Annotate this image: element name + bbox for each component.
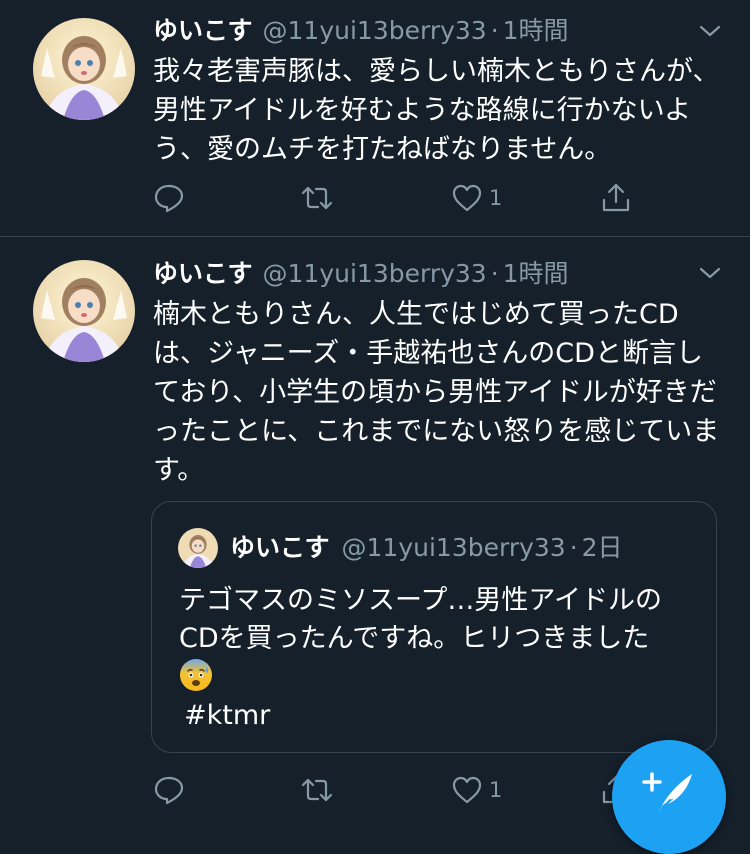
retweet-button[interactable] bbox=[301, 770, 333, 810]
retweet-icon bbox=[301, 186, 333, 210]
tweet[interactable]: ゆいこす @11yui13berry33 · 1時間 楠木ともりさん、人生ではじめて買… bbox=[0, 237, 750, 829]
compose-tweet-button[interactable] bbox=[612, 740, 726, 854]
avatar bbox=[178, 528, 218, 568]
tweet[interactable]: ゆいこす @11yui13berry33 · 1時間 我々老害声豚は、愛らしい楠木とも… bbox=[0, 0, 750, 237]
reply-icon bbox=[154, 184, 184, 213]
user-handle[interactable]: @11yui13berry33 bbox=[263, 259, 487, 288]
separator: · bbox=[490, 259, 499, 288]
tweet-text: 楠木ともりさん、人生ではじめて買ったCDは、ジャニーズ・手越祐也さんのCDと断言… bbox=[153, 299, 720, 486]
like-icon bbox=[452, 776, 482, 804]
tweet-header: ゆいこす @11yui13berry33 · 1時間 bbox=[153, 257, 720, 291]
user-name[interactable]: ゆいこす bbox=[153, 259, 253, 288]
like-button[interactable]: 1 bbox=[451, 770, 502, 810]
user-name: ゆいこす bbox=[230, 533, 330, 562]
tweet-actions: 1 bbox=[153, 178, 653, 218]
timestamp[interactable]: 1時間 bbox=[503, 16, 569, 45]
chevron-down-icon[interactable] bbox=[698, 261, 722, 285]
timestamp: 2日 bbox=[581, 533, 623, 562]
separator: · bbox=[569, 533, 578, 562]
user-name[interactable]: ゆいこす bbox=[153, 16, 253, 45]
like-count: 1 bbox=[489, 778, 503, 802]
tweet-header: ゆいこす @11yui13berry33 · 1時間 bbox=[153, 14, 720, 48]
reply-button[interactable] bbox=[153, 178, 185, 218]
reply-button[interactable] bbox=[153, 770, 185, 810]
tweet-actions: 1 bbox=[153, 770, 653, 810]
quoted-tweet[interactable]: ゆいこす @11yui13berry33 · 2日 テゴマスのミソスープ…男性アイドル… bbox=[151, 501, 717, 753]
compose-tweet-icon bbox=[642, 772, 692, 815]
reply-icon bbox=[154, 776, 184, 805]
share-icon bbox=[602, 183, 630, 212]
user-handle[interactable]: @11yui13berry33 bbox=[263, 16, 487, 45]
chevron-down-icon[interactable] bbox=[698, 19, 722, 43]
hashtag-link[interactable]: #ktmr bbox=[179, 697, 699, 735]
like-icon bbox=[452, 184, 482, 212]
separator: · bbox=[490, 16, 499, 45]
user-handle: @11yui13berry33 bbox=[341, 533, 566, 562]
avatar[interactable] bbox=[33, 18, 135, 120]
quote-text: テゴマスのミソスープ…男性アイドルのCDを買ったんですね。ヒリつきました bbox=[179, 585, 663, 654]
retweet-icon bbox=[301, 778, 333, 802]
quote-text-block: テゴマスのミソスープ…男性アイドルのCDを買ったんですね。ヒリつきました #kt… bbox=[179, 582, 699, 735]
retweet-button[interactable] bbox=[301, 178, 333, 218]
avatar[interactable] bbox=[33, 260, 135, 362]
quote-header: ゆいこす @11yui13berry33 · 2日 bbox=[230, 530, 623, 566]
share-button[interactable] bbox=[600, 178, 632, 218]
timestamp[interactable]: 1時間 bbox=[503, 259, 569, 288]
tweet-text: 我々老害声豚は、愛らしい楠木ともりさんが、男性アイドルを好むような路線に行かない… bbox=[153, 56, 720, 165]
like-count: 1 bbox=[489, 186, 503, 210]
like-button[interactable]: 1 bbox=[451, 178, 502, 218]
anxious-face-emoji-icon bbox=[179, 658, 213, 692]
